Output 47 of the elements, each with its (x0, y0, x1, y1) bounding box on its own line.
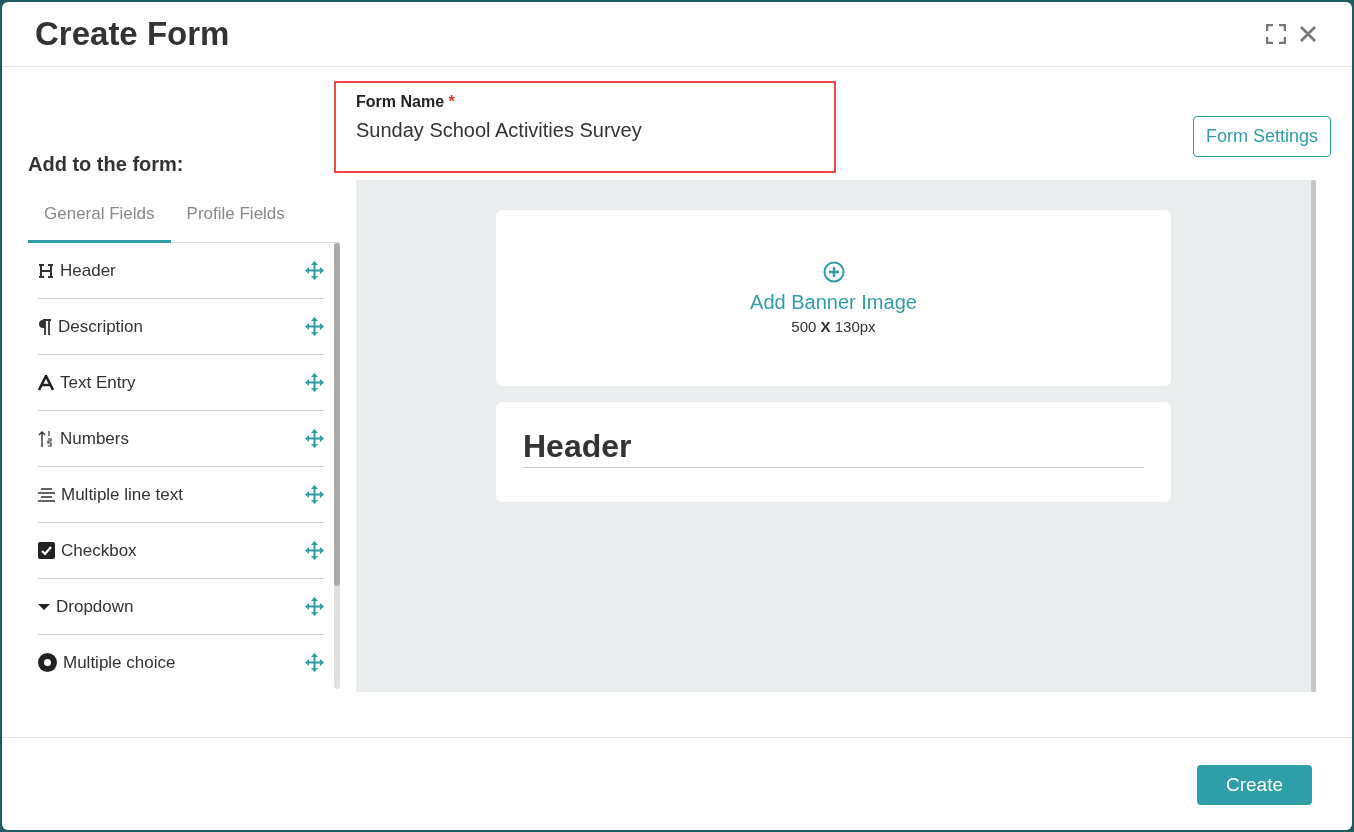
move-icon[interactable] (305, 485, 324, 504)
field-type-label: Description (58, 316, 145, 337)
caret-icon (38, 602, 50, 611)
form-name-field[interactable]: Sunday School Activities Survey (356, 113, 788, 152)
fullscreen-icon[interactable] (1266, 24, 1286, 44)
sidebar-title: Add to the form: (28, 153, 185, 176)
close-icon[interactable] (1300, 26, 1316, 42)
field-type-label: Text Entry (60, 372, 137, 393)
scrollbar[interactable] (334, 243, 340, 689)
sort-numeric-icon (38, 429, 54, 448)
field-type-item[interactable]: Dropdown (38, 579, 324, 635)
size-hint: 500 X 130px (791, 318, 876, 335)
radio-icon (38, 653, 57, 672)
heading-icon (38, 262, 54, 279)
tab[interactable]: Profile Fields (170, 192, 301, 243)
header-card[interactable]: Header (496, 402, 1171, 502)
field-type-item[interactable]: Checkbox (38, 523, 324, 579)
letter-icon (38, 374, 54, 391)
field-type-label: Numbers (60, 428, 130, 449)
move-icon[interactable] (305, 261, 324, 280)
move-icon[interactable] (305, 317, 324, 336)
field-type-item[interactable]: Multiple line text (38, 467, 324, 523)
move-icon[interactable] (305, 597, 324, 616)
checkbox-icon (38, 542, 55, 559)
tab[interactable]: General Fields (28, 192, 171, 243)
field-type-item[interactable]: Text Entry (38, 355, 324, 411)
field-label: Form Name * (356, 93, 456, 111)
add-icon[interactable] (822, 261, 845, 283)
field-type-item[interactable]: Numbers (38, 411, 324, 467)
field-type-item[interactable]: Multiple choice (38, 635, 324, 690)
field-type-label: Checkbox (61, 540, 138, 561)
field-type-label: Multiple choice (63, 652, 177, 673)
field-type-label: Header (60, 260, 117, 281)
move-icon[interactable] (305, 653, 324, 672)
move-icon[interactable] (305, 373, 324, 392)
align-center-icon (38, 486, 55, 503)
move-icon[interactable] (305, 541, 324, 560)
field-type-item[interactable]: Description (38, 299, 324, 355)
paragraph-icon (38, 318, 52, 335)
field-type-label: Dropdown (56, 596, 135, 617)
dialog-title: Create Form (35, 15, 231, 53)
scrollbar[interactable] (1311, 180, 1316, 692)
banner-card[interactable]: Add Banner Image 500 X 130px (496, 210, 1171, 386)
field-type-item[interactable]: Header (38, 243, 324, 299)
move-icon[interactable] (305, 429, 324, 448)
field-type-label: Multiple line text (61, 484, 184, 505)
header-text: Header (523, 428, 1144, 468)
